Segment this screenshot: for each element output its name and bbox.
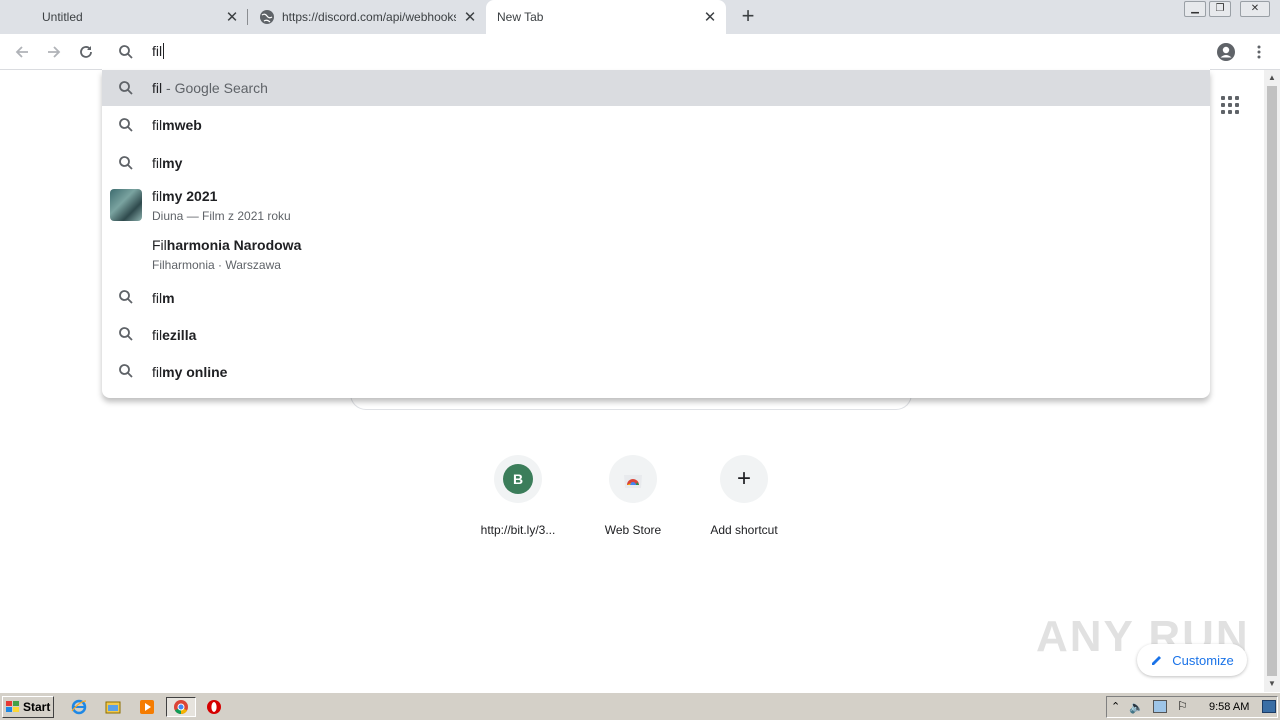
minimize-button[interactable]: ▁ [1184,1,1206,17]
suggestion-item[interactable]: filmy online [102,353,1210,390]
explorer-icon[interactable] [102,697,124,717]
search-icon [118,289,134,305]
search-icon [118,326,134,342]
show-desktop-icon[interactable] [1262,700,1276,713]
start-label: Start [23,700,51,714]
close-icon[interactable]: ✕ [702,9,718,26]
reload-icon [80,46,92,58]
google-apps-icon[interactable] [1221,96,1239,114]
letter-avatar: B [503,464,533,494]
close-icon[interactable]: ✕ [462,9,478,26]
plus-icon: + [736,465,751,492]
omnibox-text: fil [152,43,165,59]
tab-strip: Untitled ✕ https://discord.com/api/webho… [0,0,1280,34]
new-tab-button[interactable]: + [738,5,758,27]
start-button[interactable]: Start [2,696,54,718]
add-shortcut-button[interactable]: + Add shortcut [688,455,800,537]
search-icon [118,80,134,96]
shortcut-bitly[interactable]: B http://bit.ly/3... [462,455,574,537]
tab-title: New Tab [497,10,544,24]
suggestion-text: film [152,290,175,306]
shortcut-label: Web Store [604,523,662,537]
opera-icon[interactable] [203,697,225,717]
suggestion-subtext: Diuna — Film z 2021 roku [152,209,291,223]
scroll-up-arrow-icon[interactable]: ▲ [1267,73,1277,83]
volume-icon[interactable]: 🔈 [1129,700,1144,714]
arrow-right-icon [48,46,61,58]
shortcut-tile [609,455,657,503]
page-scrollbar[interactable]: ▲ ▼ [1264,70,1280,692]
reload-button[interactable] [74,40,98,64]
arrow-left-icon [15,46,28,58]
chrome-icon[interactable] [166,697,196,717]
profile-button[interactable] [1214,40,1238,64]
search-icon [118,363,134,379]
suggestion-item[interactable]: filmweb [102,106,1210,144]
restore-button[interactable]: ❐ [1209,1,1231,17]
windows-logo-icon [6,701,19,712]
search-icon [118,155,134,171]
globe-icon [259,9,275,25]
tab-untitled[interactable]: Untitled ✕ [0,0,247,34]
media-player-icon[interactable] [136,697,158,717]
pencil-icon [1152,656,1162,665]
suggestion-text: filmweb [152,117,202,133]
menu-button[interactable] [1247,40,1271,64]
tray-expand-icon[interactable]: ⌃ [1111,700,1120,713]
shortcut-label: http://bit.ly/3... [480,523,556,537]
back-button[interactable] [10,40,34,64]
customize-label: Customize [1172,652,1234,668]
webstore-icon [624,475,642,488]
tab-new-tab[interactable]: New Tab ✕ [486,0,726,34]
movie-thumbnail [110,189,142,221]
tab-title: https://discord.com/api/webhooks/9 [282,10,456,24]
clock[interactable]: 9:58 AM [1209,701,1249,713]
suggestion-item[interactable]: filmy [102,144,1210,181]
tab-discord-webhook[interactable]: https://discord.com/api/webhooks/9 ✕ [248,0,485,34]
flag-icon[interactable]: ⚐ [1177,699,1188,713]
scroll-thumb[interactable] [1267,86,1277,676]
account-icon [1217,43,1235,61]
suggestion-item[interactable]: filezilla [102,316,1210,353]
kebab-menu-icon [1257,45,1261,59]
scroll-down-arrow-icon[interactable]: ▼ [1267,679,1277,689]
omnibox-suggestions: fil - Google Search filmweb filmy filmy … [102,70,1210,398]
suggestion-subtext: Filharmonia · Warszawa [152,258,281,272]
search-icon [118,44,134,65]
search-icon [118,117,134,133]
suggestion-google-search[interactable]: fil - Google Search [102,70,1210,106]
suggestion-text: filmy online [152,364,228,380]
text-caret [163,43,165,59]
suggestion-entity-movie[interactable]: filmy 2021 Diuna — Film z 2021 roku [102,181,1210,230]
system-tray: ⌃ 🔈 ⚐ 9:58 AM [1106,696,1278,718]
network-icon[interactable] [1153,700,1167,713]
shortcut-web-store[interactable]: Web Store [577,455,689,537]
omnibox[interactable]: fil [102,34,1210,70]
suggestion-text: filmy 2021 [152,188,218,204]
shortcut-label: Add shortcut [710,523,778,537]
suggestion-entity-place[interactable]: Filharmonia Narodowa Filharmonia · Warsz… [102,230,1210,279]
forward-button[interactable] [42,40,66,64]
close-window-button[interactable]: ✕ [1240,1,1270,17]
shortcut-tile: + [720,455,768,503]
suggestion-text: fil - Google Search [152,80,268,96]
tab-title: Untitled [42,10,83,24]
suggestion-text: filmy [152,155,183,171]
suggestion-text: filezilla [152,327,197,343]
suggestion-text: Filharmonia Narodowa [152,237,302,253]
shortcut-tile: B [494,455,542,503]
customize-button[interactable]: Customize [1137,644,1247,676]
windows-taskbar: Start ⌃ 🔈 ⚐ 9:58 AM [0,692,1280,720]
ie-icon[interactable] [68,697,90,717]
suggestion-item[interactable]: film [102,279,1210,316]
close-icon[interactable]: ✕ [224,9,240,26]
